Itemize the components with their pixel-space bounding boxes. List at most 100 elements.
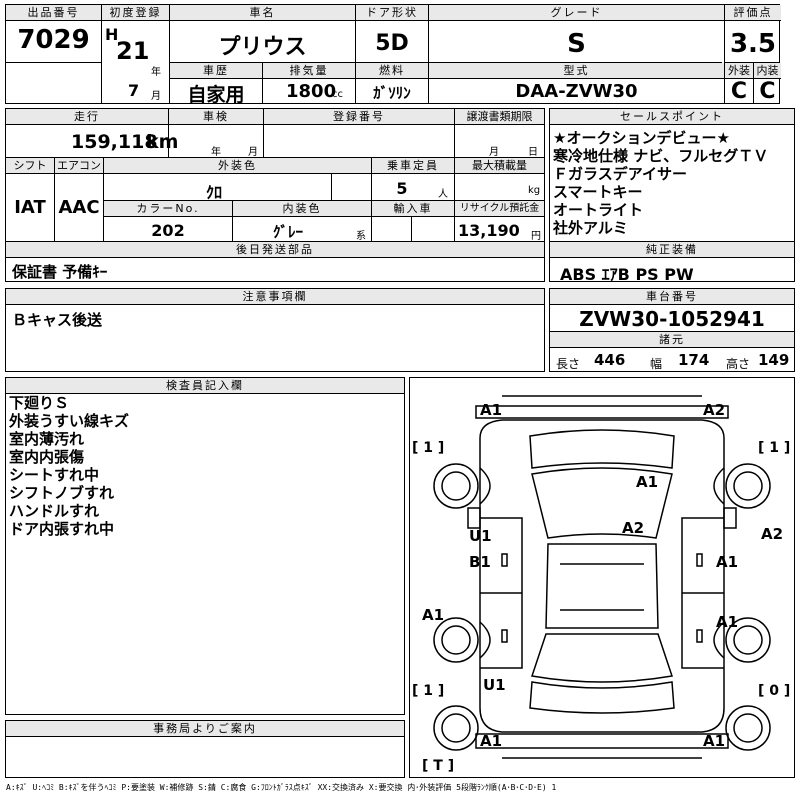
mileage: 159,118 bbox=[71, 131, 158, 153]
sales-point-line: スマートキー bbox=[553, 183, 643, 201]
load-label: 最大積載量 bbox=[455, 158, 544, 174]
mark-left-door-u: U1 bbox=[469, 527, 492, 545]
displacement-unit: cc bbox=[332, 89, 343, 100]
spec-label: 諸元 bbox=[550, 332, 794, 348]
ac-label: エアコン bbox=[55, 158, 103, 174]
inspection-label: 車検 bbox=[169, 109, 263, 125]
mileage-label: 走行 bbox=[6, 109, 168, 125]
mark-front-right: A2 bbox=[703, 401, 726, 419]
shift: IAT bbox=[14, 197, 46, 218]
header-block: 出品番号 7029 初度登録 H 21 年 7 月 車名 プリウス ドア形状 5… bbox=[5, 4, 781, 106]
interior-label: 内装 bbox=[754, 63, 781, 79]
sales-point-line: Ｆガラスデアイサー bbox=[553, 165, 687, 183]
notes-block: 注意事項欄 Ｂキャス後送 bbox=[5, 288, 545, 372]
regno-label: 登録番号 bbox=[264, 109, 454, 125]
legend: A:ｷｽﾞ U:ﾍｺﾐ B:ｷｽﾞを伴うﾍｺﾐ P:要塗装 W:補修跡 S:錆 … bbox=[6, 783, 557, 792]
capacity: 5 bbox=[396, 179, 408, 198]
mark-rear-right: A1 bbox=[703, 732, 726, 750]
recycle: 13,190 bbox=[458, 221, 520, 240]
inspector-block: 検査員記入欄 下廻りＳ 外装うすい線キズ 室内薄汚れ 室内内張傷 シートすれ中 … bbox=[5, 377, 405, 715]
displacement: 1800 bbox=[286, 81, 337, 102]
sales-points-list: ★オークションデビュー★ 寒冷地仕様 ナビ、フルセグＴＶ Ｆガラスデアイサー ス… bbox=[553, 129, 768, 237]
color-no-label: カラーNo. bbox=[104, 201, 232, 217]
mark-front-left: A1 bbox=[480, 401, 503, 419]
office-block: 事務局よりご案内 bbox=[5, 720, 405, 778]
color-label: 外装色 bbox=[104, 158, 371, 174]
lot-label: 出品番号 bbox=[6, 5, 101, 21]
month-unit: 月 bbox=[151, 91, 161, 102]
mark-rear-u: U1 bbox=[483, 676, 506, 694]
chassis-block: 車台番号 ZVW30-1052941 諸元 長さ 446 幅 174 高さ 14… bbox=[549, 288, 795, 372]
displacement-label: 排気量 bbox=[263, 63, 355, 79]
mark-left-door-b: B1 bbox=[469, 553, 491, 571]
inspection-month-unit: 月 bbox=[248, 147, 258, 158]
width: 174 bbox=[678, 351, 710, 369]
int-color-suffix: 系 bbox=[356, 231, 366, 242]
transfer-label: 譲渡書類期限 bbox=[455, 109, 544, 125]
vehicle-info-block: 走行 車検 登録番号 譲渡書類期限 159,118 km 年 月 月 日 シフト… bbox=[5, 108, 545, 282]
inspection-year-unit: 年 bbox=[211, 147, 221, 158]
history-label: 車歴 bbox=[170, 63, 262, 79]
sales-points-block: セールスポイント ★オークションデビュー★ 寒冷地仕様 ナビ、フルセグＴＶ Ｆガ… bbox=[549, 108, 795, 284]
model: DAA-ZVW30 bbox=[515, 81, 638, 102]
first-reg-label: 初度登録 bbox=[102, 5, 169, 21]
interior-grade: C bbox=[759, 79, 776, 104]
lot-number: 7029 bbox=[17, 25, 90, 55]
sales-point-line: ★オークションデビュー★ bbox=[553, 129, 730, 147]
mark-rear-left: A1 bbox=[480, 732, 503, 750]
ac: AAC bbox=[58, 197, 100, 218]
grade-label: グレード bbox=[429, 5, 724, 21]
int-color: ｸﾞﾚｰ bbox=[272, 223, 303, 241]
transfer-month-unit: 月 bbox=[489, 147, 499, 158]
mark-right-front-door: A1 bbox=[716, 553, 739, 571]
height-label: 高さ bbox=[726, 357, 751, 371]
sales-point-line: 社外アルミ bbox=[553, 219, 628, 237]
car-name-label: 車名 bbox=[170, 5, 355, 21]
equipment: ABS ｴｱB PS PW bbox=[560, 265, 694, 284]
load-unit: kg bbox=[528, 185, 541, 196]
inspector-line: ドア内張すれ中 bbox=[9, 520, 115, 538]
equipment-label: 純正装備 bbox=[550, 242, 794, 258]
inspector-label: 検査員記入欄 bbox=[6, 378, 404, 394]
int-color-label: 内装色 bbox=[233, 201, 371, 217]
model-label: 型式 bbox=[429, 63, 724, 79]
chassis-number: ZVW30-1052941 bbox=[579, 307, 765, 331]
door-type: 5D bbox=[375, 31, 409, 56]
later-parts-label: 後日発送部品 bbox=[6, 242, 544, 258]
inspector-line: シフトノブすれ bbox=[9, 484, 115, 502]
capacity-unit: 人 bbox=[438, 189, 448, 200]
mark-hood: A1 bbox=[636, 473, 659, 491]
sales-point-line: オートライト bbox=[553, 201, 644, 219]
width-label: 幅 bbox=[650, 357, 663, 371]
mark-left-rear-quarter: A1 bbox=[422, 606, 445, 624]
tire-front-right: [ 1 ] bbox=[758, 440, 791, 456]
inspector-line: シートすれ中 bbox=[9, 466, 100, 484]
exterior-grade: C bbox=[730, 79, 748, 104]
inspector-line: 外装うすい線キズ bbox=[9, 412, 130, 430]
office-label: 事務局よりご案内 bbox=[6, 721, 404, 737]
notes-label: 注意事項欄 bbox=[6, 289, 544, 305]
length: 446 bbox=[594, 351, 626, 369]
fuel-label: 燃料 bbox=[356, 63, 428, 79]
car-outline bbox=[433, 395, 771, 759]
mark-windshield: A2 bbox=[622, 519, 645, 537]
grade: S bbox=[567, 29, 586, 59]
inspector-line: 下廻りＳ bbox=[9, 394, 70, 412]
mark-right-rear-door: A1 bbox=[716, 613, 739, 631]
year-unit: 年 bbox=[151, 67, 161, 78]
damage-diagram: A1 A2 A1 A2 U1 B1 A1 A2 A1 A1 U1 A1 A1 [… bbox=[409, 377, 795, 778]
color-no: 202 bbox=[151, 221, 185, 240]
tire-rear-left: [ 1 ] bbox=[412, 683, 445, 699]
notes: Ｂキャス後送 bbox=[12, 311, 103, 329]
tire-rear-right: [ 0 ] bbox=[758, 683, 791, 699]
recycle-unit: 円 bbox=[531, 231, 541, 242]
chassis-label: 車台番号 bbox=[550, 289, 794, 305]
car-name: プリウス bbox=[218, 35, 307, 60]
tire-spare: [ T ] bbox=[422, 758, 455, 774]
exterior-label: 外装 bbox=[725, 63, 753, 79]
inspector-line: ハンドルすれ bbox=[9, 502, 100, 520]
mark-right-fender: A2 bbox=[761, 525, 784, 543]
reg-year: 21 bbox=[116, 37, 150, 65]
inspector-line: 室内内張傷 bbox=[9, 448, 85, 466]
door-label: ドア形状 bbox=[356, 5, 428, 21]
